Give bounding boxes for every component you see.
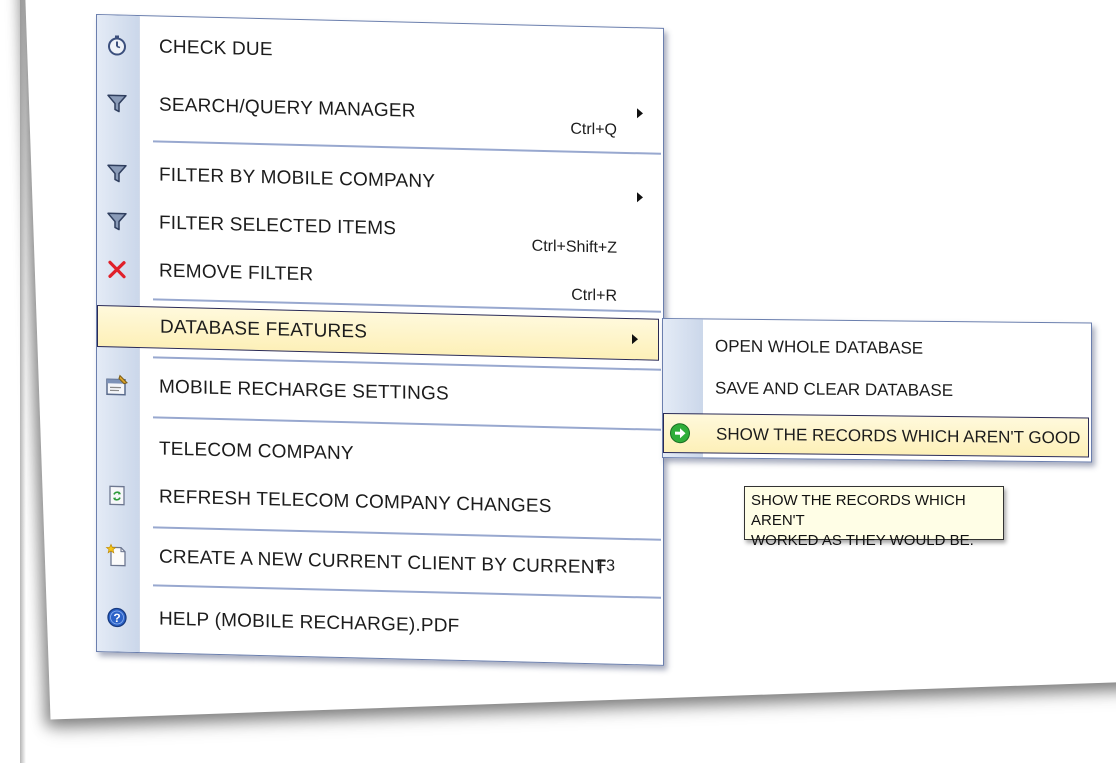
refresh-document-icon <box>105 483 129 508</box>
menu-item-label: FILTER SELECTED ITEMS <box>159 212 397 240</box>
menu-item-label: FILTER BY MOBILE COMPANY <box>159 164 436 193</box>
menu-item-telecom-company[interactable]: TELECOM COMPANY <box>97 427 663 481</box>
red-x-icon <box>105 257 129 282</box>
menu-item-create-new-current-client[interactable]: CREATE A NEW CURRENT CLIENT BY CURRENT F… <box>97 535 663 589</box>
menu-item-filter-by-mobile-company[interactable]: FILTER BY MOBILE COMPANY <box>97 153 663 207</box>
menu-item-remove-filter[interactable]: REMOVE FILTER Ctrl+R <box>97 249 663 305</box>
menu-separator <box>153 416 661 431</box>
help-icon: ? <box>105 605 129 630</box>
menu-item-label: CHECK DUE <box>159 36 273 61</box>
submenu-item-save-and-clear-database[interactable]: SAVE AND CLEAR DATABASE <box>663 367 1091 411</box>
submenu-arrow-icon <box>637 108 643 119</box>
menu-item-label: MOBILE RECHARGE SETTINGS <box>159 376 449 405</box>
submenu-arrow-icon <box>637 192 643 203</box>
tooltip: SHOW THE RECORDS WHICH AREN'T WORKED AS … <box>744 486 1004 549</box>
context-menu: CHECK DUE SEARCH/QUERY MANAGER Ctrl+Q FI… <box>96 14 664 666</box>
menu-item-label: REFRESH TELECOM COMPANY CHANGES <box>159 486 552 518</box>
tooltip-line-1: SHOW THE RECORDS WHICH AREN'T <box>751 492 966 529</box>
menu-item-check-due[interactable]: CHECK DUE <box>97 25 663 79</box>
menu-item-shortcut: Ctrl+Shift+Z <box>531 237 617 257</box>
menu-item-label: TELECOM COMPANY <box>159 438 354 465</box>
menu-item-database-features[interactable]: DATABASE FEATURES <box>97 305 659 361</box>
menu-item-filter-selected-items[interactable]: FILTER SELECTED ITEMS Ctrl+Shift+Z <box>97 201 663 257</box>
menu-item-shortcut: Ctrl+Q <box>570 120 617 139</box>
menu-item-help-pdf[interactable]: ? HELP (MOBILE RECHARGE).PDF <box>97 597 663 651</box>
submenu-item-open-whole-database[interactable]: OPEN WHOLE DATABASE <box>663 325 1091 369</box>
submenu-item-label: OPEN WHOLE DATABASE <box>715 336 924 358</box>
new-document-icon <box>105 543 129 568</box>
tooltip-line-2: WORKED AS THEY WOULD BE. <box>751 532 974 549</box>
paper-edge-shadow <box>20 0 26 763</box>
funnel-icon <box>105 209 129 234</box>
menu-item-label: CREATE A NEW CURRENT CLIENT BY CURRENT <box>159 546 607 579</box>
submenu-item-show-records-not-good[interactable]: SHOW THE RECORDS WHICH AREN'T GOOD <box>663 413 1089 458</box>
funnel-icon <box>105 91 129 116</box>
menu-item-label: HELP (MOBILE RECHARGE).PDF <box>159 608 460 637</box>
menu-item-label: SEARCH/QUERY MANAGER <box>159 94 416 122</box>
submenu-item-label: SAVE AND CLEAR DATABASE <box>715 378 954 401</box>
submenu-arrow-icon <box>632 334 638 345</box>
menu-item-label: DATABASE FEATURES <box>160 316 368 343</box>
svg-text:?: ? <box>113 611 120 625</box>
settings-window-icon <box>105 373 129 398</box>
menu-item-search-query-manager[interactable]: SEARCH/QUERY MANAGER Ctrl+Q <box>97 83 663 139</box>
funnel-icon <box>105 161 129 186</box>
menu-item-shortcut: Ctrl+R <box>571 286 617 305</box>
menu-item-mobile-recharge-settings[interactable]: MOBILE RECHARGE SETTINGS <box>97 365 663 419</box>
database-features-submenu: OPEN WHOLE DATABASE SAVE AND CLEAR DATAB… <box>662 318 1092 463</box>
green-arrow-icon <box>669 422 691 444</box>
menu-separator <box>153 140 661 155</box>
screenshot-stage: CHECK DUE SEARCH/QUERY MANAGER Ctrl+Q FI… <box>0 0 1116 763</box>
menu-item-refresh-telecom-company-changes[interactable]: REFRESH TELECOM COMPANY CHANGES <box>97 475 663 529</box>
stopwatch-icon <box>105 33 129 58</box>
menu-item-label: REMOVE FILTER <box>159 260 314 286</box>
menu-item-shortcut: F3 <box>596 557 615 575</box>
submenu-item-label: SHOW THE RECORDS WHICH AREN'T GOOD <box>716 424 1081 448</box>
